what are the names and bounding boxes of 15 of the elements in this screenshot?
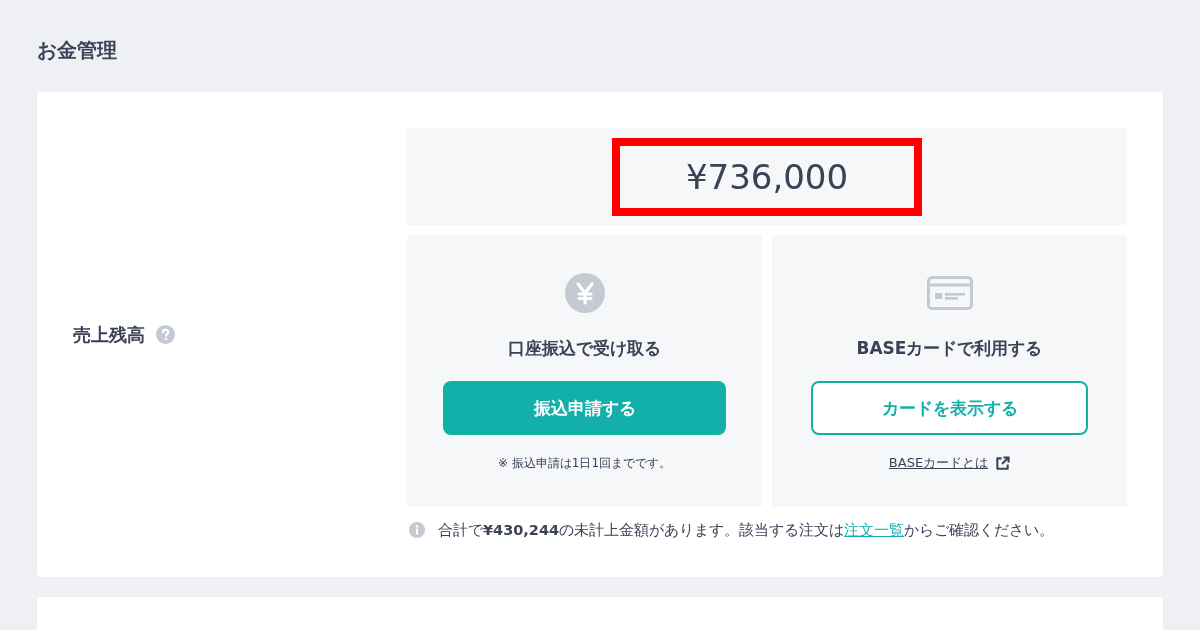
transfer-request-button[interactable]: 振込申請する [443, 381, 726, 435]
option-heading: BASEカードで利用する [856, 337, 1043, 360]
balance-label: 売上残高 [73, 322, 145, 347]
card-icon [926, 276, 973, 310]
order-list-link[interactable]: 注文一覧 [844, 522, 905, 538]
option-heading: 口座振込で受け取る [508, 337, 661, 360]
show-card-button[interactable]: カードを表示する [811, 381, 1088, 435]
balance-amount: ¥736,000 [685, 156, 849, 197]
limit-note: ※ 振込申請は1日1回までです。 [497, 455, 672, 472]
about-card-link[interactable]: BASEカードとは [888, 454, 989, 472]
external-link-icon[interactable] [995, 455, 1011, 471]
unbooked-amount-note: 合計で¥430,244の未計上金額があります。該当する注文は注文一覧からご確認ください。 [438, 521, 1055, 540]
page-title: お金管理 [37, 37, 118, 64]
info-icon [409, 522, 425, 538]
yen-coin-icon [564, 273, 605, 313]
